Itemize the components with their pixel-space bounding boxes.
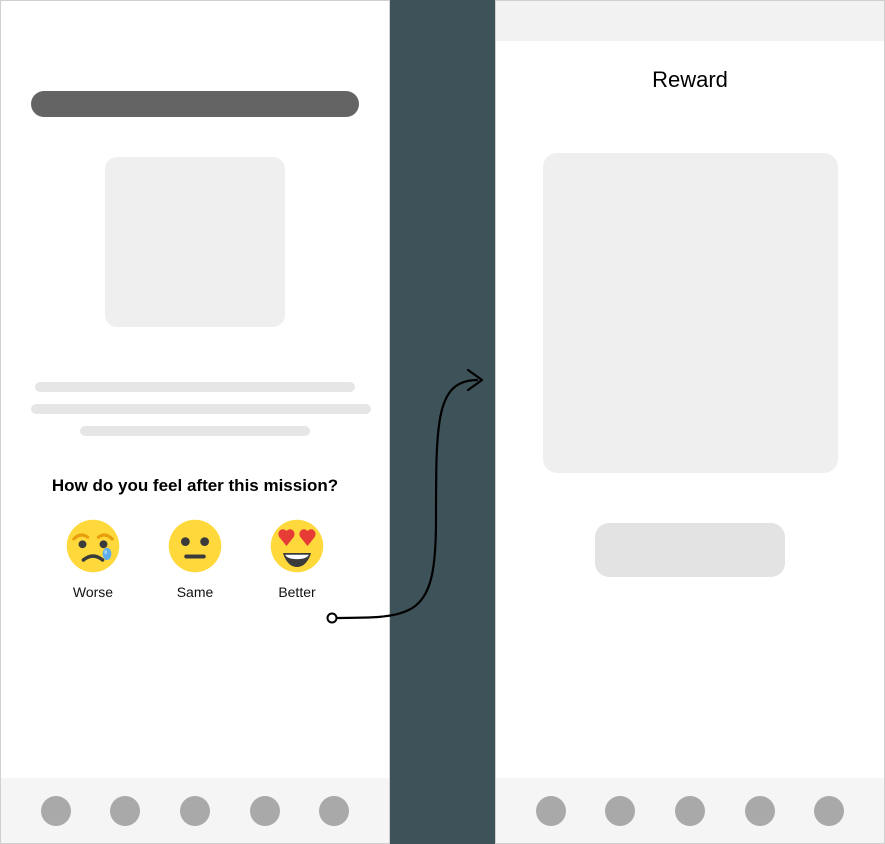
tab-item[interactable] bbox=[180, 796, 210, 826]
tab-item[interactable] bbox=[41, 796, 71, 826]
tab-item[interactable] bbox=[536, 796, 566, 826]
feedback-option-worse[interactable]: Worse bbox=[58, 518, 128, 600]
tab-item[interactable] bbox=[814, 796, 844, 826]
header-bar-placeholder bbox=[31, 91, 359, 117]
tab-item[interactable] bbox=[675, 796, 705, 826]
feedback-option-label: Better bbox=[278, 584, 315, 600]
reward-image-placeholder bbox=[543, 153, 838, 473]
status-bar-placeholder bbox=[496, 1, 884, 41]
tab-item[interactable] bbox=[745, 796, 775, 826]
feedback-options: Worse Same bbox=[31, 518, 359, 600]
reward-title: Reward bbox=[496, 67, 884, 93]
mission-image-placeholder bbox=[105, 157, 285, 327]
mission-feedback-screen: How do you feel after this mission? Wors… bbox=[0, 0, 390, 844]
feedback-question: How do you feel after this mission? bbox=[31, 476, 359, 496]
feedback-option-label: Worse bbox=[73, 584, 113, 600]
tab-bar bbox=[1, 778, 389, 843]
tab-bar bbox=[496, 778, 884, 843]
tab-item[interactable] bbox=[250, 796, 280, 826]
mission-text-placeholder bbox=[31, 382, 359, 436]
worried-face-icon bbox=[65, 518, 121, 574]
feedback-option-better[interactable]: Better bbox=[262, 518, 332, 600]
reward-action-button[interactable] bbox=[595, 523, 785, 577]
tab-item[interactable] bbox=[110, 796, 140, 826]
heart-eyes-face-icon bbox=[269, 518, 325, 574]
reward-screen: Reward bbox=[495, 0, 885, 844]
neutral-face-icon bbox=[167, 518, 223, 574]
tab-item[interactable] bbox=[605, 796, 635, 826]
feedback-option-same[interactable]: Same bbox=[160, 518, 230, 600]
tab-item[interactable] bbox=[319, 796, 349, 826]
feedback-option-label: Same bbox=[177, 584, 214, 600]
